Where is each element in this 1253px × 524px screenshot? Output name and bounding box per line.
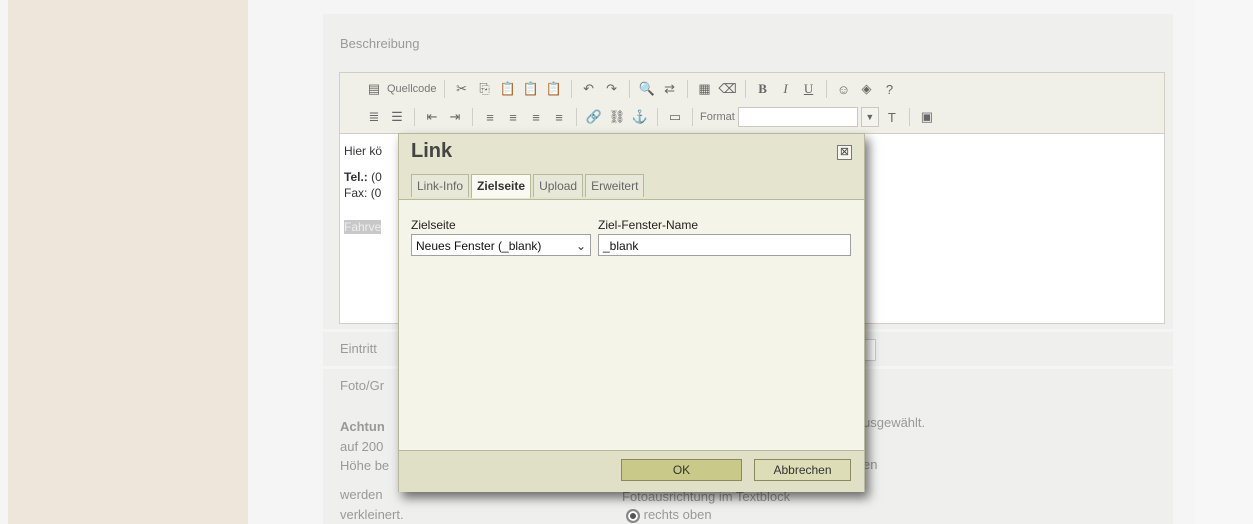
beschreibung-label: Beschreibung (340, 36, 420, 51)
target-select-value: Neues Fenster (_blank) (416, 239, 542, 253)
dialog-tabs: Link-Info Zielseite Upload Erweitert (411, 174, 645, 198)
align-left-icon[interactable]: ≡ (480, 107, 500, 127)
table-icon[interactable]: ▭ (665, 107, 685, 127)
special-char-icon[interactable]: ◈ (857, 79, 877, 99)
verkleinert-text: verkleinert. (340, 507, 404, 522)
radio-button[interactable] (626, 508, 640, 523)
editor-selected-line: Fahrve (344, 219, 382, 235)
anchor-icon[interactable]: ⚓ (630, 107, 650, 127)
undo-icon[interactable]: ↶ (579, 79, 599, 99)
paste-text-icon[interactable]: 📋 (521, 79, 541, 99)
toolbar-separator (628, 80, 630, 98)
paste-word-icon[interactable]: 📋 (544, 79, 564, 99)
link-icon[interactable]: 🔗 (584, 107, 604, 127)
text-color-icon[interactable]: T (882, 107, 902, 127)
unlink-icon[interactable]: ⛓ (607, 107, 627, 127)
tab-zielseite[interactable]: Zielseite (471, 174, 532, 198)
indent-icon[interactable]: ⇥ (445, 107, 465, 127)
help-icon[interactable]: ? (880, 79, 900, 99)
toolbar-row-2: ≣ ☰ ⇤ ⇥ ≡ ≡ ≡ ≡ 🔗 ⛓ ⚓ ▭ Format ▼ T ▣ (364, 105, 937, 129)
auf200-text: auf 200 (340, 439, 384, 454)
tab-upload[interactable]: Upload (533, 174, 584, 197)
ausgewaehlt-text: usgewählt. (863, 415, 926, 430)
numbered-list-icon[interactable]: ≣ (364, 107, 384, 127)
eintritt-label: Eintritt (340, 341, 377, 356)
find-icon[interactable]: 🔍 (637, 79, 657, 99)
cancel-button[interactable]: Abbrechen (754, 459, 851, 481)
window-name-label: Ziel-Fenster-Name (598, 218, 699, 232)
replace-icon[interactable]: ⇄ (660, 79, 680, 99)
source-button[interactable]: Quellcode (387, 83, 437, 95)
selected-text: Fahrve (344, 220, 382, 234)
window-name-input[interactable]: _blank (598, 234, 851, 256)
toolbar-separator (570, 80, 572, 98)
toolbar-separator (825, 80, 827, 98)
align-justify-icon[interactable]: ≡ (549, 107, 569, 127)
redo-icon[interactable]: ↷ (602, 79, 622, 99)
remove-format-icon[interactable]: ⌫ (718, 79, 738, 99)
bullet-list-icon[interactable]: ☰ (387, 107, 407, 127)
editor-tel-line: Tel.: (0 (344, 169, 382, 185)
dialog-body: Zielseite Ziel-Fenster-Name Neues Fenste… (399, 199, 864, 450)
maximize-icon[interactable]: ▣ (917, 107, 937, 127)
format-label: Format (700, 111, 735, 123)
toolbar-separator (443, 80, 445, 98)
toolbar-separator (744, 80, 746, 98)
tab-link-info[interactable]: Link-Info (411, 174, 470, 197)
editor-fax-line: Fax: (0 (344, 185, 382, 201)
toolbar-separator (692, 108, 693, 126)
fax-label: Fax: (344, 186, 368, 200)
outdent-icon[interactable]: ⇤ (422, 107, 442, 127)
cut-icon[interactable]: ✂ (452, 79, 472, 99)
link-dialog: Link ⊠ Link-Info Zielseite Upload Erweit… (398, 133, 865, 492)
tel-value: (0 (371, 170, 382, 184)
foto-label: Foto/Gr (340, 378, 385, 393)
chevron-down-icon[interactable]: ▼ (860, 107, 879, 127)
align-right-icon[interactable]: ≡ (526, 107, 546, 127)
target-label: Zielseite (411, 218, 456, 232)
source-icon[interactable]: ▤ (364, 79, 384, 99)
radio-option[interactable]: rechts oben (626, 506, 712, 524)
toolbar-separator (576, 108, 577, 126)
dialog-title: Link (411, 140, 453, 162)
en-text: en (863, 457, 878, 472)
align-center-icon[interactable]: ≡ (503, 107, 523, 127)
underline-icon[interactable]: U (799, 79, 819, 99)
ok-button[interactable]: OK (621, 459, 742, 481)
radio-label: rechts oben (643, 507, 712, 522)
close-icon[interactable]: ⊠ (837, 145, 852, 160)
chevron-down-icon: ⌄ (575, 239, 586, 253)
toolbar-separator (472, 108, 473, 126)
toolbar-row-1: ▤ Quellcode ✂ ⎘ 📋 📋 📋 ↶ ↷ 🔍 ⇄ ▦ ⌫ B I U … (364, 77, 900, 101)
werden-text: werden (340, 487, 383, 502)
hoehe-text: Höhe be (340, 458, 390, 473)
tel-label: Tel.: (344, 170, 368, 184)
italic-icon[interactable]: I (776, 79, 796, 99)
left-sidebar-band (8, 0, 248, 524)
toolbar-separator (657, 108, 658, 126)
toolbar-separator (686, 80, 688, 98)
target-select[interactable]: Neues Fenster (_blank) ⌄ (411, 234, 591, 256)
paste-icon[interactable]: 📋 (498, 79, 518, 99)
toolbar-separator (908, 108, 910, 126)
editor-content[interactable]: Hier kö Tel.: (0 Fax: (0 Fahrve (344, 143, 382, 235)
copy-icon[interactable]: ⎘ (475, 79, 495, 99)
tab-erweitert[interactable]: Erweitert (585, 174, 645, 197)
editor-toolbar: ▤ Quellcode ✂ ⎘ 📋 📋 📋 ↶ ↷ 🔍 ⇄ ▦ ⌫ B I U … (340, 73, 1164, 134)
toolbar-separator (414, 108, 415, 126)
editor-line: Hier kö (344, 144, 383, 158)
achtung-text: Achtun (340, 419, 385, 434)
select-all-icon[interactable]: ▦ (695, 79, 715, 99)
smiley-icon[interactable]: ☺ (834, 79, 854, 99)
dialog-footer: OK Abbrechen (399, 450, 864, 492)
fax-value: (0 (370, 186, 382, 200)
bold-icon[interactable]: B (753, 79, 773, 99)
right-band (1195, 0, 1253, 524)
format-select[interactable] (737, 107, 858, 127)
